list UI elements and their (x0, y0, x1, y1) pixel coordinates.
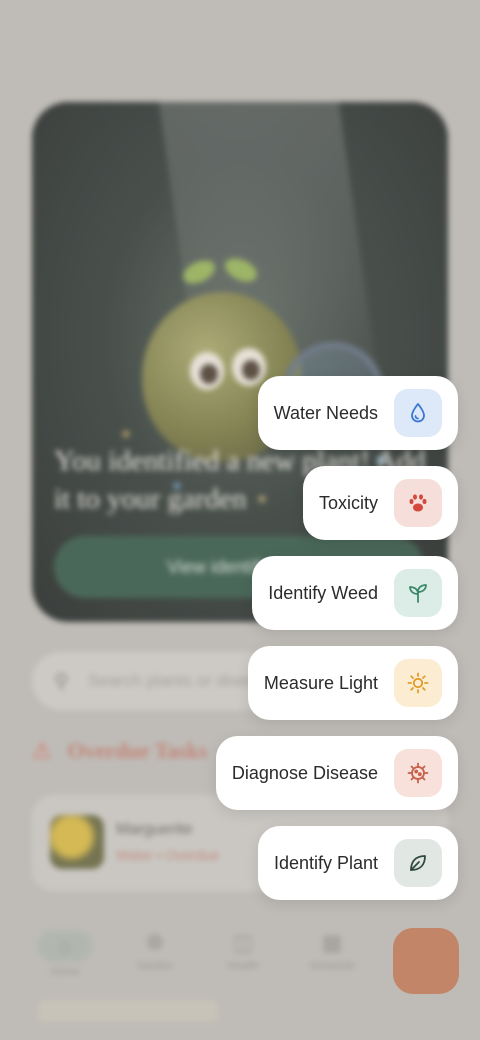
action-label: Identify Plant (273, 852, 378, 873)
water-drop-icon (394, 389, 442, 437)
action-water-needs[interactable]: Water Needs (257, 376, 458, 450)
action-measure-light[interactable]: Measure Light (247, 646, 458, 720)
action-toxicity[interactable]: Toxicity (302, 466, 458, 540)
leaf-icon (394, 839, 442, 887)
action-label: Diagnose Disease (231, 762, 378, 783)
paw-icon (394, 479, 442, 527)
sun-icon (394, 659, 442, 707)
action-identify-weed[interactable]: Identify Weed (252, 556, 458, 630)
action-label: Water Needs (273, 402, 378, 423)
action-label: Identify Weed (268, 582, 378, 603)
virus-icon (394, 749, 442, 797)
sprout-icon (394, 569, 442, 617)
action-diagnose-disease[interactable]: Diagnose Disease (215, 736, 458, 810)
action-label: Toxicity (318, 492, 378, 513)
action-identify-plant[interactable]: Identify Plant (257, 826, 458, 900)
action-label: Measure Light (263, 672, 378, 693)
